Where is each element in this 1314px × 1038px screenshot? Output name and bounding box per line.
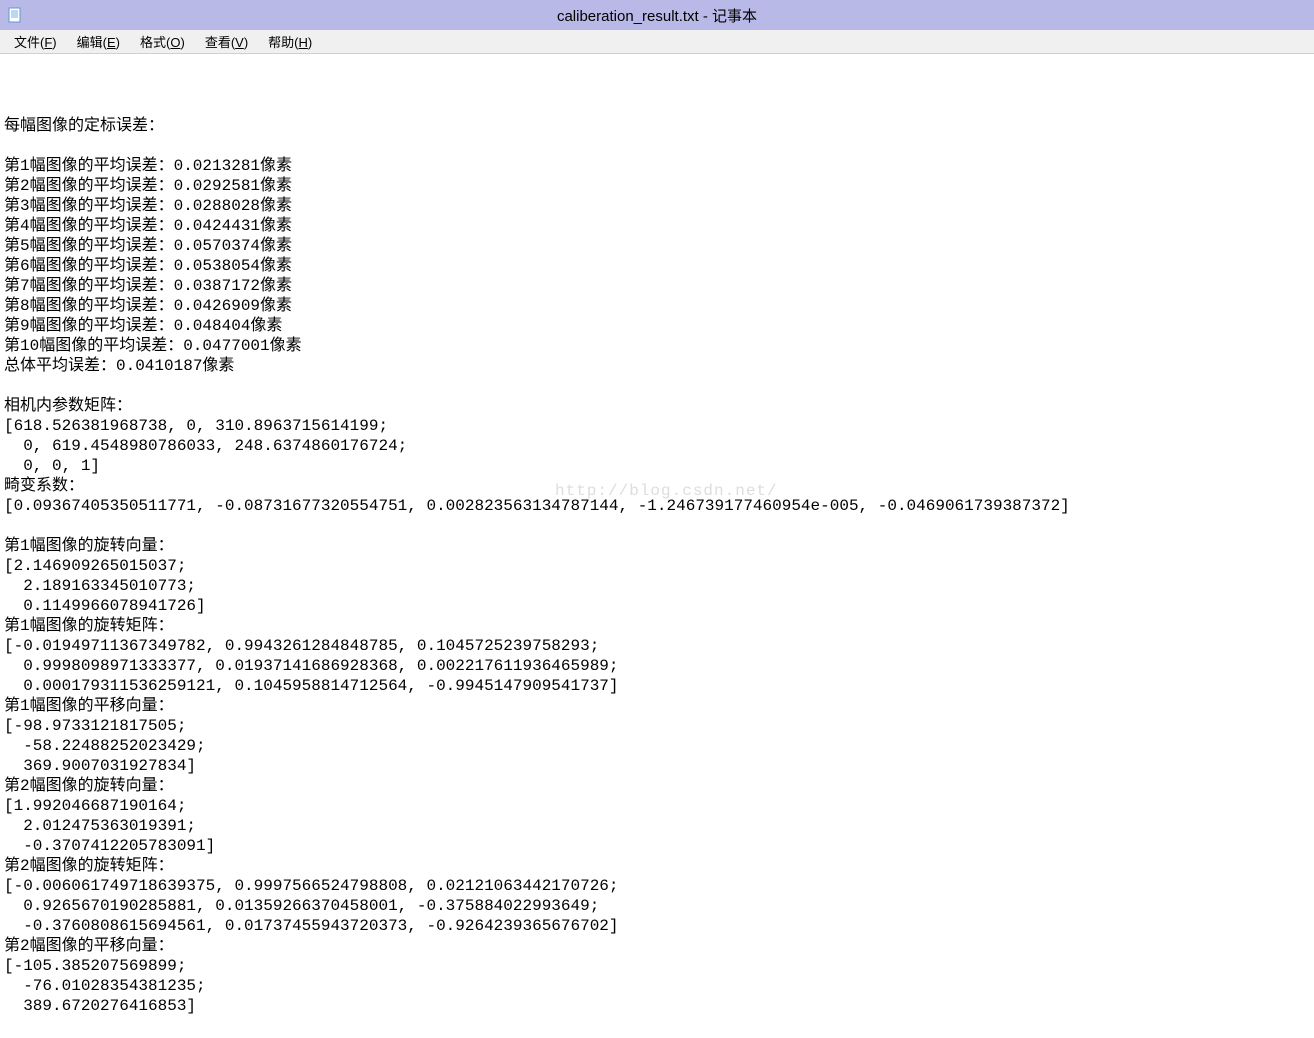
menu-help[interactable]: 帮助(H) xyxy=(258,30,322,53)
menu-format[interactable]: 格式(O) xyxy=(130,30,195,53)
menu-help-label: 帮助(H) xyxy=(268,35,312,50)
menu-format-label: 格式(O) xyxy=(140,35,185,50)
menu-edit-label: 编辑(E) xyxy=(77,35,120,50)
text-area[interactable]: http://blog.csdn.net/ 每幅图像的定标误差： 第1幅图像的平… xyxy=(0,54,1314,1038)
menu-edit[interactable]: 编辑(E) xyxy=(67,30,130,53)
menu-file[interactable]: 文件(F) xyxy=(4,30,67,53)
menu-file-label: 文件(F) xyxy=(14,35,57,50)
window-title: caliberation_result.txt - 记事本 xyxy=(557,5,757,26)
menu-view-label: 查看(V) xyxy=(205,35,248,50)
title-bar: caliberation_result.txt - 记事本 xyxy=(0,0,1314,30)
menu-view[interactable]: 查看(V) xyxy=(195,30,258,53)
notepad-icon xyxy=(6,6,24,24)
menu-bar: 文件(F) 编辑(E) 格式(O) 查看(V) 帮助(H) xyxy=(0,30,1314,54)
document-text: 每幅图像的定标误差： 第1幅图像的平均误差：0.0213281像素 第2幅图像的… xyxy=(4,116,1310,1016)
